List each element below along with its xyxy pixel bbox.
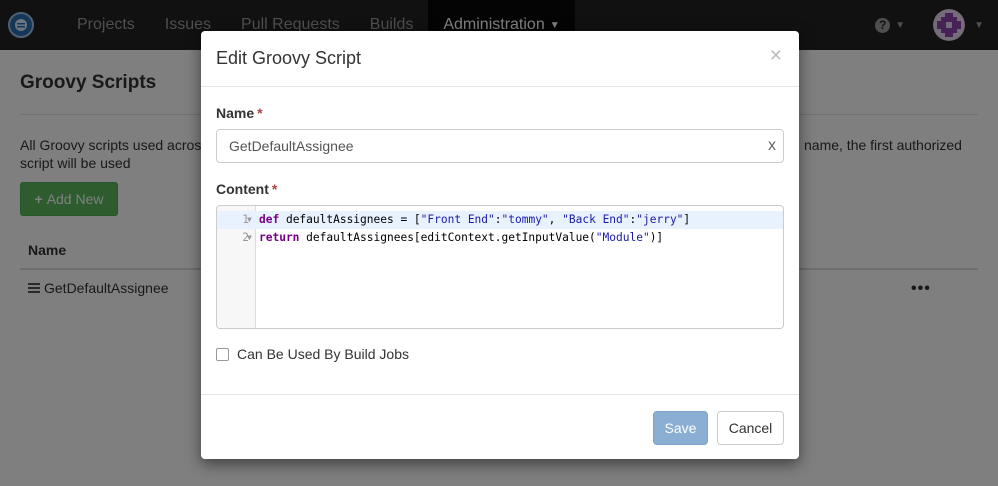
name-input-value: GetDefaultAssignee: [229, 138, 354, 154]
code-line[interactable]: 1 ▼ def defaultAssignees = ["Front End":…: [217, 211, 783, 229]
cancel-button[interactable]: Cancel: [717, 411, 784, 445]
code-line[interactable]: 2 ▼ return defaultAssignees[editContext.…: [217, 229, 783, 247]
build-jobs-checkbox[interactable]: [216, 347, 229, 361]
name-label: Name *: [216, 105, 263, 121]
modal-title: Edit Groovy Script: [216, 48, 362, 68]
code-text: return defaultAssignees[editContext.getI…: [259, 231, 664, 244]
code-text: def defaultAssignees = ["Front End":"tom…: [259, 213, 691, 226]
modal-footer: Save Cancel: [201, 394, 799, 459]
content-label: Content *: [216, 181, 277, 197]
edit-groovy-script-modal: Edit Groovy Script × Name * GetDefaultAss…: [201, 31, 799, 459]
line-number: 2: [242, 231, 249, 244]
modal-header: Edit Groovy Script ×: [201, 31, 799, 87]
save-button[interactable]: Save: [653, 411, 708, 445]
code-editor[interactable]: 1 ▼ def defaultAssignees = ["Front End":…: [216, 205, 784, 329]
name-input[interactable]: GetDefaultAssignee x: [216, 129, 784, 163]
build-jobs-checkbox-label[interactable]: Can Be Used By Build Jobs: [237, 346, 409, 362]
line-number: 1: [242, 213, 249, 226]
required-asterisk: *: [271, 181, 278, 197]
close-icon[interactable]: ×: [770, 45, 782, 66]
fold-arrow-icon[interactable]: ▼: [247, 229, 252, 247]
content-label-text: Content: [216, 181, 269, 197]
clear-input-icon[interactable]: x: [768, 137, 776, 155]
build-jobs-checkbox-row[interactable]: Can Be Used By Build Jobs: [216, 346, 409, 362]
fold-arrow-icon[interactable]: ▼: [247, 211, 252, 229]
name-label-text: Name: [216, 105, 255, 121]
required-asterisk: *: [257, 105, 263, 121]
